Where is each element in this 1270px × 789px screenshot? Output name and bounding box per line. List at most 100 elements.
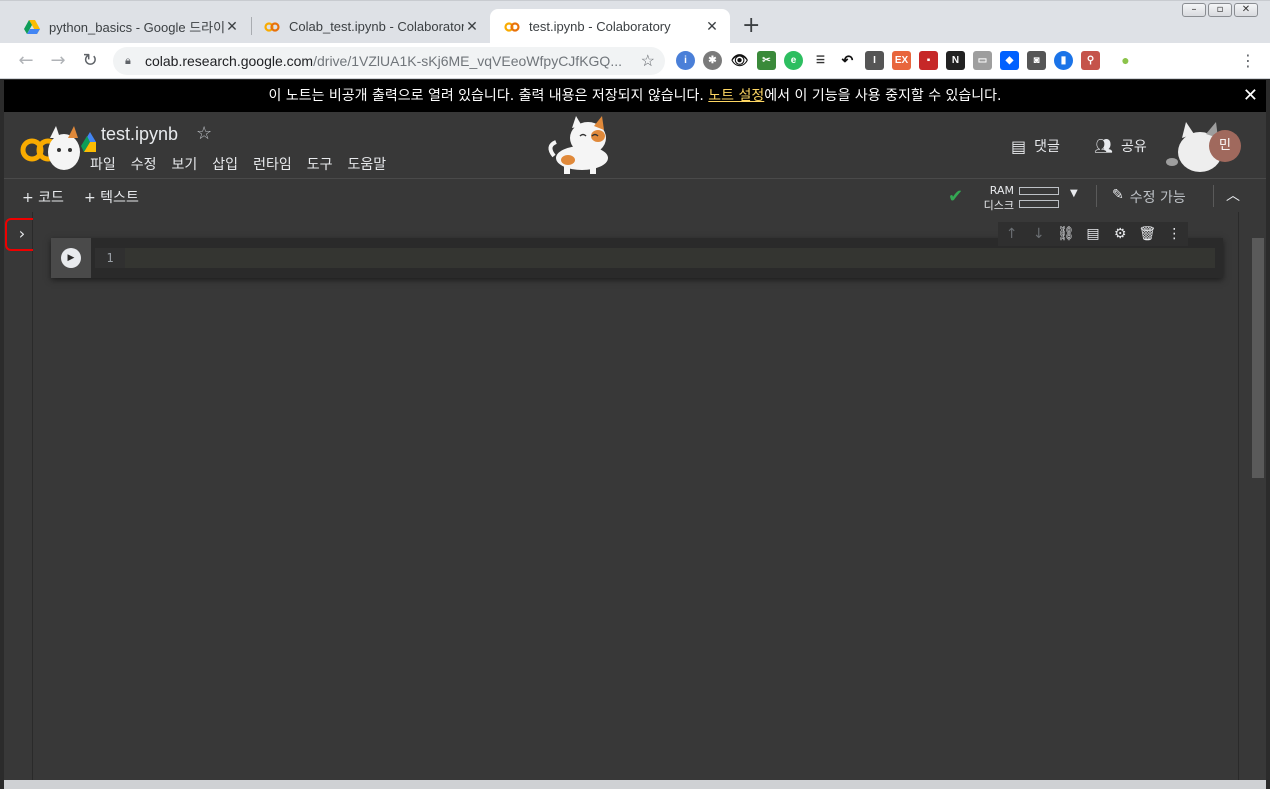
private-output-notice: 이 노트는 비공개 출력으로 열려 있습니다. 출력 내용은 저장되지 않습니다…	[4, 80, 1266, 112]
cell-toolbar: ↑ ↓ ⛓ ▤ ⚙ 🗑︎ ⋮	[998, 222, 1188, 246]
comment-label: 댓글	[1034, 139, 1060, 155]
restore-icon[interactable]: ▫	[1208, 3, 1232, 17]
menu-help[interactable]: 도움말	[347, 154, 386, 174]
forward-icon[interactable]: →	[46, 49, 70, 73]
add-code-button[interactable]: + 코드	[22, 187, 64, 207]
disk-label: 디스크	[983, 199, 1014, 212]
share-button[interactable]: 👥︎ 공유	[1094, 136, 1147, 156]
extensions-row: i ✱ 👁︎ ✂ e ☰ ↶ I EX ▪ N ▭ ◆ ◙ ▮ ⚲ ●	[676, 51, 1135, 70]
add-text-button[interactable]: + 텍스트	[84, 187, 139, 207]
notebook-toolbar: + 코드 + 텍스트 ✔ RAM 디스크 ▼ ✎ 수정 가능 ︿	[4, 178, 1266, 212]
notice-text: 이 노트는 비공개 출력으로 열려 있습니다. 출력 내용은 저장되지 않습니다…	[268, 88, 709, 104]
notice-text-after: 에서 이 기능을 사용 중지할 수 있습니다.	[764, 88, 1002, 104]
avatar[interactable]: 민	[1209, 130, 1241, 162]
comment-icon[interactable]: ▤	[1084, 226, 1102, 242]
line-number: 1	[95, 248, 125, 268]
play-icon[interactable]: ▶	[61, 248, 81, 268]
browser-tab-strip: – ▫ ✕ python_basics - Google 드라이브 ✕ Cola…	[0, 0, 1270, 44]
url-path: /drive/1VZlUA1K-sKj6ME_vqVEeoWfpyCJfKGQ.…	[313, 53, 622, 69]
menu-view[interactable]: 보기	[172, 154, 198, 174]
extension-icon[interactable]: i	[676, 51, 695, 70]
code-editor[interactable]	[125, 248, 1215, 268]
notebook-settings-link[interactable]: 노트 설정	[708, 88, 764, 104]
pencil-icon: ✎	[1112, 187, 1124, 203]
people-icon: 👥︎	[1094, 137, 1114, 155]
url-host: colab.research.google.com	[145, 53, 314, 69]
bookmark-extension-icon[interactable]: ▪	[919, 51, 938, 70]
notebook-body: ▶ 1	[33, 212, 1238, 785]
share-label: 공유	[1121, 139, 1147, 155]
move-up-icon[interactable]: ↑	[1003, 226, 1021, 242]
tab-colab-test[interactable]: Colab_test.ipynb - Colaboratory ✕	[250, 9, 490, 44]
back-icon[interactable]: ←	[14, 49, 38, 73]
disk-bar	[1019, 200, 1059, 208]
comment-button[interactable]: ▤ 댓글	[1011, 136, 1060, 156]
info-extension-icon[interactable]: I	[865, 51, 884, 70]
gear-extension-icon[interactable]: ✱	[703, 51, 722, 70]
address-bar[interactable]: 🔒︎ colab.research.google.com /drive/1VZl…	[113, 47, 665, 75]
menu-bar: 파일 수정 보기 삽입 런타임 도구 도움말	[90, 154, 386, 174]
edit-mode-label: 수정 가능	[1129, 190, 1186, 206]
menu-insert[interactable]: 삽입	[212, 154, 238, 174]
browser-toolbar: ← → ↻ 🔒︎ colab.research.google.com /driv…	[0, 43, 1270, 79]
colab-icon	[264, 21, 280, 32]
colab-logo-icon[interactable]	[18, 120, 98, 176]
star-icon[interactable]: ☆	[196, 123, 212, 144]
left-sidebar-rail	[4, 212, 33, 785]
bookmark-blue-icon[interactable]: ▮	[1054, 51, 1073, 70]
list-icon[interactable]: ☰	[811, 51, 830, 70]
minimize-icon[interactable]: –	[1182, 3, 1206, 17]
notebook-header: test.ipynb ☆ 파일 수정 보기 삽입 런타임 도구 도움말 ▤ 댓글	[4, 112, 1266, 178]
reload-icon[interactable]: ↻	[78, 49, 102, 73]
ram-label: RAM	[989, 184, 1014, 197]
colab-icon	[504, 21, 520, 32]
menu-runtime[interactable]: 런타임	[253, 154, 292, 174]
close-window-icon[interactable]: ✕	[1234, 3, 1258, 17]
cat-mascot-icon	[548, 116, 608, 174]
close-icon[interactable]: ✕	[224, 18, 240, 35]
run-cell-area: ▶	[51, 238, 91, 278]
move-down-icon[interactable]: ↓	[1030, 226, 1048, 242]
scrollbar-thumb[interactable]	[1252, 238, 1264, 478]
close-icon[interactable]: ✕	[704, 18, 720, 35]
dropbox-icon[interactable]: ◆	[1000, 51, 1019, 70]
eye-icon[interactable]: 👁︎	[730, 51, 749, 70]
menu-tools[interactable]: 도구	[307, 154, 333, 174]
evernote-icon[interactable]: e	[784, 51, 803, 70]
notebook-title[interactable]: test.ipynb	[101, 124, 178, 145]
link-icon[interactable]: ⛓	[1057, 226, 1075, 242]
tab-title: Colab_test.ipynb - Colaboratory	[289, 19, 464, 34]
divider	[1096, 185, 1097, 207]
more-options-icon[interactable]: ⋮	[1165, 226, 1183, 242]
new-tab-button[interactable]: +	[742, 13, 760, 38]
tab-title: python_basics - Google 드라이브	[49, 20, 224, 35]
chevron-down-icon[interactable]: ▼	[1070, 188, 1078, 199]
notion-icon[interactable]: N	[946, 51, 965, 70]
trash-icon[interactable]: 🗑︎	[1138, 226, 1156, 242]
menu-file[interactable]: 파일	[90, 154, 116, 174]
close-notice-icon[interactable]: ✕	[1243, 80, 1258, 112]
reply-icon[interactable]: ↶	[838, 51, 857, 70]
window-controls: – ▫ ✕	[1182, 3, 1258, 17]
check-icon: ✔	[948, 186, 964, 207]
camera-icon[interactable]: ◙	[1027, 51, 1046, 70]
clipper-icon[interactable]: ✂	[757, 51, 776, 70]
gear-icon[interactable]: ⚙	[1111, 226, 1129, 242]
tab-python-basics[interactable]: python_basics - Google 드라이브 ✕	[10, 9, 250, 44]
lock-icon: 🔒︎	[125, 54, 131, 67]
ex-extension-icon[interactable]: EX	[892, 51, 911, 70]
menu-edit[interactable]: 수정	[131, 154, 157, 174]
browser-menu-icon[interactable]: ⋮	[1240, 51, 1256, 70]
ram-bar	[1019, 187, 1059, 195]
pdf-icon[interactable]: ⚲	[1081, 51, 1100, 70]
chevron-up-icon[interactable]: ︿	[1226, 185, 1240, 205]
google-drive-icon	[24, 19, 40, 34]
close-icon[interactable]: ✕	[464, 18, 480, 35]
card-extension-icon[interactable]: ▭	[973, 51, 992, 70]
profile-leaf-icon[interactable]: ●	[1116, 51, 1135, 70]
resource-monitor[interactable]: ✔ RAM 디스크 ▼	[948, 182, 1088, 212]
bookmark-star-icon[interactable]: ☆	[641, 51, 655, 71]
tab-test-ipynb[interactable]: test.ipynb - Colaboratory ✕	[490, 9, 730, 44]
edit-mode-button[interactable]: ✎ 수정 가능	[1112, 187, 1186, 207]
colab-page: 이 노트는 비공개 출력으로 열려 있습니다. 출력 내용은 저장되지 않습니다…	[4, 80, 1266, 785]
